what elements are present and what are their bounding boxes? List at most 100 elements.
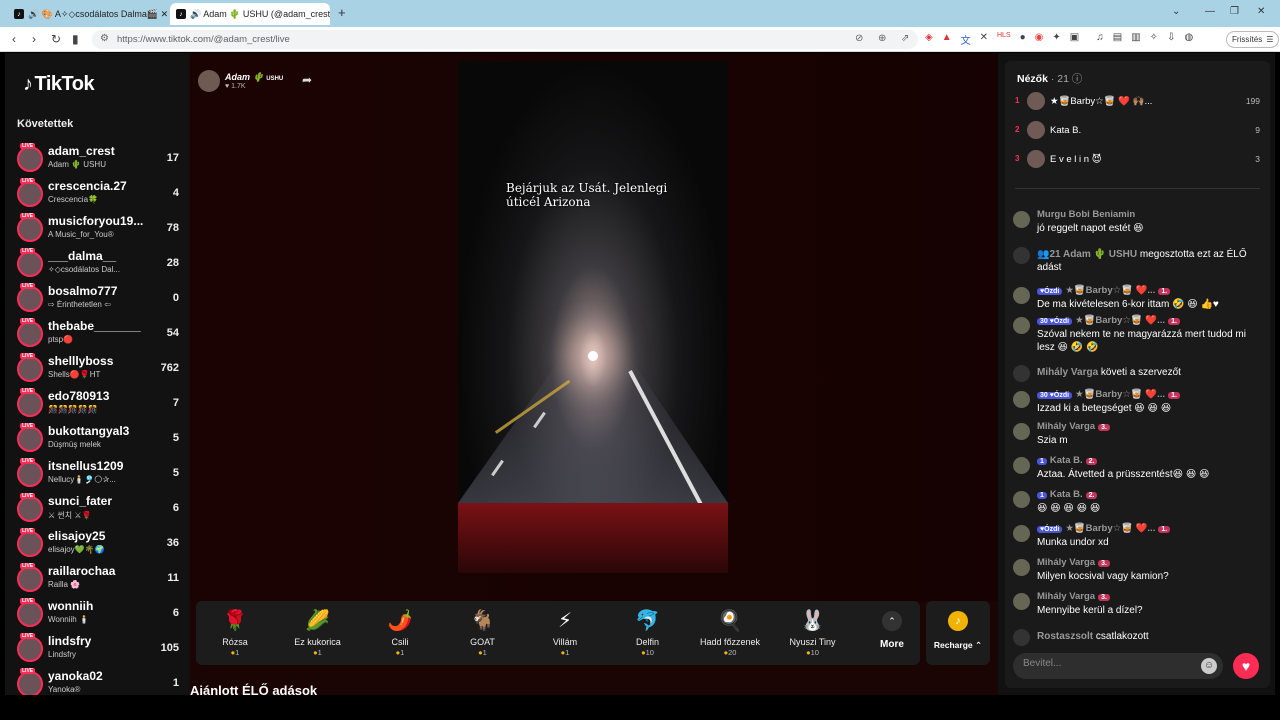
- avatar[interactable]: [1013, 287, 1030, 304]
- avatar[interactable]: [1013, 559, 1030, 576]
- viewers-title[interactable]: Nézők · 21 ⓘ: [1017, 71, 1082, 86]
- share-icon[interactable]: ⇗: [901, 33, 909, 44]
- extensions-icon[interactable]: ✧: [1150, 32, 1158, 47]
- following-item[interactable]: LIVE lindsfry Lindsfry 105: [17, 632, 182, 667]
- avatar[interactable]: [1013, 317, 1030, 334]
- comment-input[interactable]: [1023, 658, 1193, 669]
- following-item[interactable]: LIVE bukottangyal3 Düşmüş melek 5: [17, 422, 182, 457]
- message-user[interactable]: ★🥃Barby☆🥃 ❤️...: [1075, 389, 1165, 400]
- following-item[interactable]: LIVE shelllyboss Shells🔴🌹HT 762: [17, 352, 182, 387]
- following-item[interactable]: LIVE musicforyou19... A Music_for_You® 7…: [17, 212, 182, 247]
- message-user[interactable]: ★🥃Barby☆🥃 ❤️...: [1065, 285, 1155, 296]
- extension-window-icon[interactable]: ▣: [1070, 32, 1079, 47]
- share-icon[interactable]: ➦: [302, 73, 312, 87]
- top-viewer-row[interactable]: 2 Kata B. 9: [1015, 120, 1260, 142]
- gift-item[interactable]: 🐬 Delfin ●10: [608, 607, 688, 657]
- like-heart-button[interactable]: ♥: [1233, 653, 1259, 679]
- avatar[interactable]: [17, 426, 43, 452]
- minimize-icon[interactable]: —: [1205, 6, 1215, 17]
- avatar[interactable]: [1013, 525, 1030, 542]
- avatar[interactable]: [17, 146, 43, 172]
- gift-item[interactable]: 🌽 Ez kukorica ●1: [278, 607, 358, 657]
- event-user[interactable]: Mihály Varga: [1037, 367, 1098, 378]
- live-video[interactable]: Bejárjuk az Usát. Jelenlegi úticél Arizo…: [458, 61, 728, 573]
- site-info-icon[interactable]: ⚙: [100, 33, 109, 44]
- host-name[interactable]: Adam 🌵 USHU: [225, 72, 283, 83]
- extension-translate-icon[interactable]: 文: [961, 32, 971, 47]
- more-gifts-button[interactable]: ⌃ More: [872, 611, 912, 650]
- avatar[interactable]: [17, 601, 43, 627]
- address-bar[interactable]: ⚙ https://www.tiktok.com/@adam_crest/liv…: [92, 30, 918, 49]
- tiktok-logo[interactable]: ♪ TikTok: [23, 73, 95, 96]
- reload-icon[interactable]: ↻: [51, 32, 61, 46]
- event-user[interactable]: Rostaszsolt: [1037, 631, 1093, 642]
- avatar[interactable]: [17, 461, 43, 487]
- extension-shield-icon[interactable]: ◈: [925, 32, 933, 47]
- browser-tab-adam[interactable]: ♪ 🔊 Adam 🌵 USHU (@adam_crest ✕: [170, 3, 330, 25]
- message-user[interactable]: Murgu Bobi Beniamin: [1037, 209, 1135, 220]
- message-user[interactable]: Mihály Varga: [1037, 591, 1095, 602]
- avatar[interactable]: [1013, 391, 1030, 408]
- avatar[interactable]: [17, 671, 43, 695]
- profile-icon[interactable]: ◍: [1184, 32, 1193, 47]
- translate-icon[interactable]: ⊘: [855, 33, 863, 44]
- following-item[interactable]: LIVE raillarochaa Railla 🌸 11: [17, 562, 182, 597]
- following-item[interactable]: LIVE edo780913 🎊🎊🎊🎊🎊 7: [17, 387, 182, 422]
- gift-item[interactable]: 🐰 Nyuszi Tiny ●10: [773, 607, 853, 657]
- gift-item[interactable]: 🌶️ Csili ●1: [360, 607, 440, 657]
- extension-x-icon[interactable]: ✕: [980, 32, 988, 47]
- avatar[interactable]: [1013, 423, 1030, 440]
- avatar[interactable]: [17, 286, 43, 312]
- message-user[interactable]: Kata B.: [1050, 489, 1083, 500]
- message-user[interactable]: Kata B.: [1050, 455, 1083, 466]
- back-icon[interactable]: ‹: [12, 32, 16, 46]
- avatar[interactable]: [17, 251, 43, 277]
- avatar[interactable]: [1027, 121, 1045, 139]
- forward-icon[interactable]: ›: [32, 32, 36, 46]
- extension-hls-icon[interactable]: HLS: [997, 32, 1011, 47]
- downloads-icon[interactable]: ⇩: [1167, 32, 1175, 47]
- message-user[interactable]: Mihály Varga: [1037, 421, 1095, 432]
- message-user[interactable]: ★🥃Barby☆🥃 ❤️...: [1075, 315, 1165, 326]
- gift-item[interactable]: 🐐 GOAT ●1: [443, 607, 523, 657]
- new-tab-button[interactable]: +: [338, 5, 346, 20]
- host-avatar[interactable]: [198, 70, 220, 92]
- extension-triangle-icon[interactable]: ▲: [942, 32, 952, 47]
- following-item[interactable]: LIVE crescencia.27 Crescencia🍀 4: [17, 177, 182, 212]
- following-item[interactable]: LIVE bosalmo777 ⇨ Érinthetetlen ⇦ 0: [17, 282, 182, 317]
- sidepanel-icon[interactable]: ▥: [1131, 32, 1140, 47]
- tab-search-icon[interactable]: ⌄: [1172, 6, 1180, 17]
- avatar[interactable]: [1013, 457, 1030, 474]
- avatar[interactable]: [17, 496, 43, 522]
- following-item[interactable]: LIVE thebabe_______ ptsp🔴 54: [17, 317, 182, 352]
- extension-chrome-icon[interactable]: ◉: [1035, 32, 1044, 47]
- avatar[interactable]: [17, 531, 43, 557]
- restore-icon[interactable]: ❐: [1230, 6, 1239, 17]
- avatar[interactable]: [1013, 491, 1030, 508]
- reading-list-icon[interactable]: ▤: [1113, 32, 1122, 47]
- media-control-icon[interactable]: ♫: [1096, 32, 1104, 47]
- avatar[interactable]: [17, 391, 43, 417]
- following-item[interactable]: LIVE wonniih Wonniih 🕯️ 6: [17, 597, 182, 632]
- message-user[interactable]: Mihály Varga: [1037, 557, 1095, 568]
- following-item[interactable]: LIVE adam_crest Adam 🌵 USHU 17: [17, 142, 182, 177]
- close-window-icon[interactable]: ✕: [1257, 6, 1265, 17]
- extension-circle-icon[interactable]: ●: [1020, 32, 1026, 47]
- avatar[interactable]: [1013, 593, 1030, 610]
- avatar[interactable]: [17, 216, 43, 242]
- avatar[interactable]: [1013, 211, 1030, 228]
- avatar[interactable]: [17, 356, 43, 382]
- host-info[interactable]: Adam 🌵 USHU ♥ 1.7K: [198, 70, 283, 92]
- browser-tab-dalma[interactable]: ♪ 🔊 🎨 A✧◇csodálatos Dalma🎬 ✕: [8, 3, 168, 25]
- gift-item[interactable]: 🌹 Rózsa ●1: [195, 607, 275, 657]
- following-item[interactable]: LIVE ___dalma__ ✧◇csodálatos Dal... 28: [17, 247, 182, 282]
- gift-item[interactable]: 🍳 Hadd főzzenek ●20: [690, 607, 770, 657]
- top-viewer-row[interactable]: 3 E v e l i n 😈 3: [1015, 149, 1260, 171]
- extension-puzzle-icon[interactable]: ✦: [1052, 32, 1060, 47]
- following-item[interactable]: LIVE yanoka02 Yanoka® 1: [17, 667, 182, 695]
- message-user[interactable]: ★🥃Barby☆🥃 ❤️...: [1065, 523, 1155, 534]
- avatar[interactable]: [1027, 150, 1045, 168]
- update-button[interactable]: Frissítés ☰: [1226, 31, 1280, 48]
- following-item[interactable]: LIVE elisajoy25 elisajoy💚🌴🌍 36: [17, 527, 182, 562]
- avatar[interactable]: [17, 636, 43, 662]
